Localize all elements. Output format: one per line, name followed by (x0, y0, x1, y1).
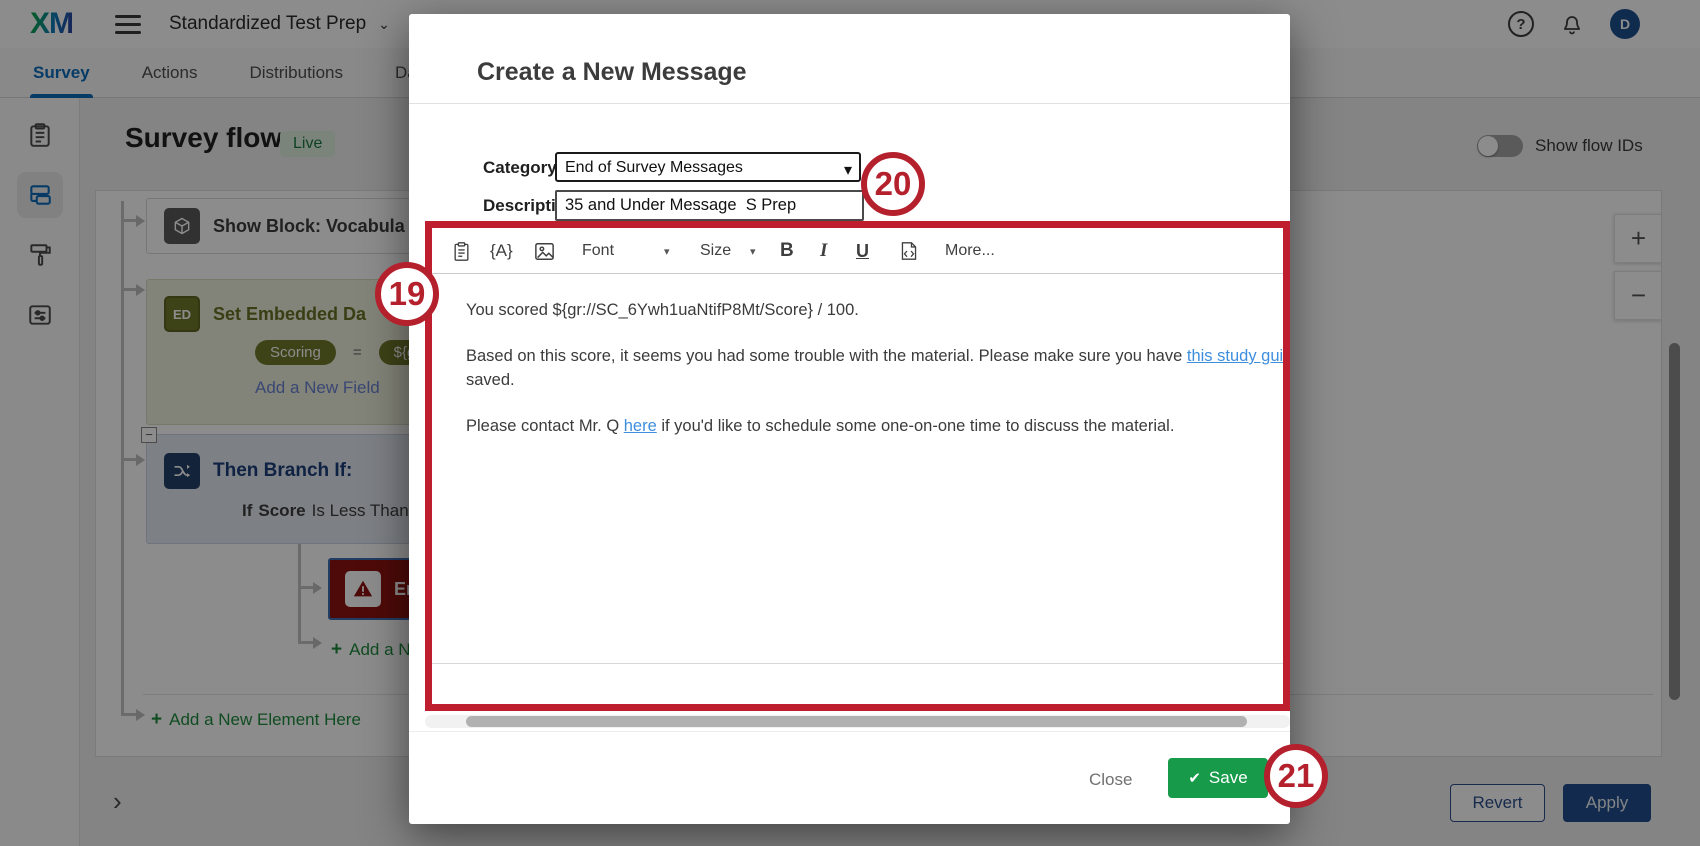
chevron-down-icon[interactable]: ▾ (750, 228, 756, 274)
paste-icon[interactable] (452, 228, 471, 274)
piped-text-icon[interactable]: {A} (490, 228, 513, 274)
chevron-down-icon[interactable]: ▾ (664, 228, 670, 274)
category-label: Category (483, 158, 557, 178)
message-paragraph-2-cont: saved. (466, 368, 1283, 392)
font-dropdown[interactable]: Font (582, 228, 614, 274)
annotation-step-21: 21 (1264, 744, 1328, 808)
save-button[interactable]: ✔Save (1168, 758, 1268, 798)
description-input[interactable] (555, 190, 864, 221)
message-paragraph-1: You scored ${gr://SC_6Ywh1uaNtifP8Mt/Sco… (466, 298, 1283, 322)
divider (409, 103, 1290, 104)
message-paragraph-2: Based on this score, it seems you had so… (466, 344, 1283, 368)
italic-button[interactable]: I (820, 228, 827, 274)
here-link[interactable]: here (624, 417, 657, 435)
category-select[interactable]: End of Survey Messages (555, 152, 861, 182)
annotation-step-20: 20 (861, 152, 925, 216)
rich-text-editor-annotated: {A} Font ▾ Size ▾ B I U More.. (425, 221, 1290, 711)
editor-toolbar: {A} Font ▾ Size ▾ B I U More.. (432, 228, 1283, 274)
editor-horizontal-scrollbar (425, 715, 1290, 728)
study-guide-link[interactable]: this study guide (1187, 347, 1283, 365)
message-paragraph-3: Please contact Mr. Q here if you'd like … (466, 414, 1283, 438)
checkmark-icon: ✔ (1188, 770, 1201, 787)
close-button[interactable]: Close (1073, 762, 1148, 798)
divider (409, 731, 1290, 732)
screen: XM Standardized Test Prep ⌄ ? D Survey A… (0, 0, 1700, 846)
annotation-step-19: 19 (375, 262, 439, 326)
bold-button[interactable]: B (780, 228, 794, 274)
insert-image-icon[interactable] (534, 228, 555, 274)
size-dropdown[interactable]: Size (700, 228, 731, 274)
create-message-dialog: Create a New Message Category End of Sur… (409, 14, 1290, 824)
dialog-title: Create a New Message (477, 58, 747, 87)
scrollbar-thumb[interactable] (466, 716, 1247, 727)
underline-button[interactable]: U (856, 228, 869, 274)
source-code-icon[interactable] (900, 228, 918, 274)
message-body-editor[interactable]: You scored ${gr://SC_6Ywh1uaNtifP8Mt/Sco… (432, 274, 1283, 664)
more-button[interactable]: More... (945, 228, 995, 274)
